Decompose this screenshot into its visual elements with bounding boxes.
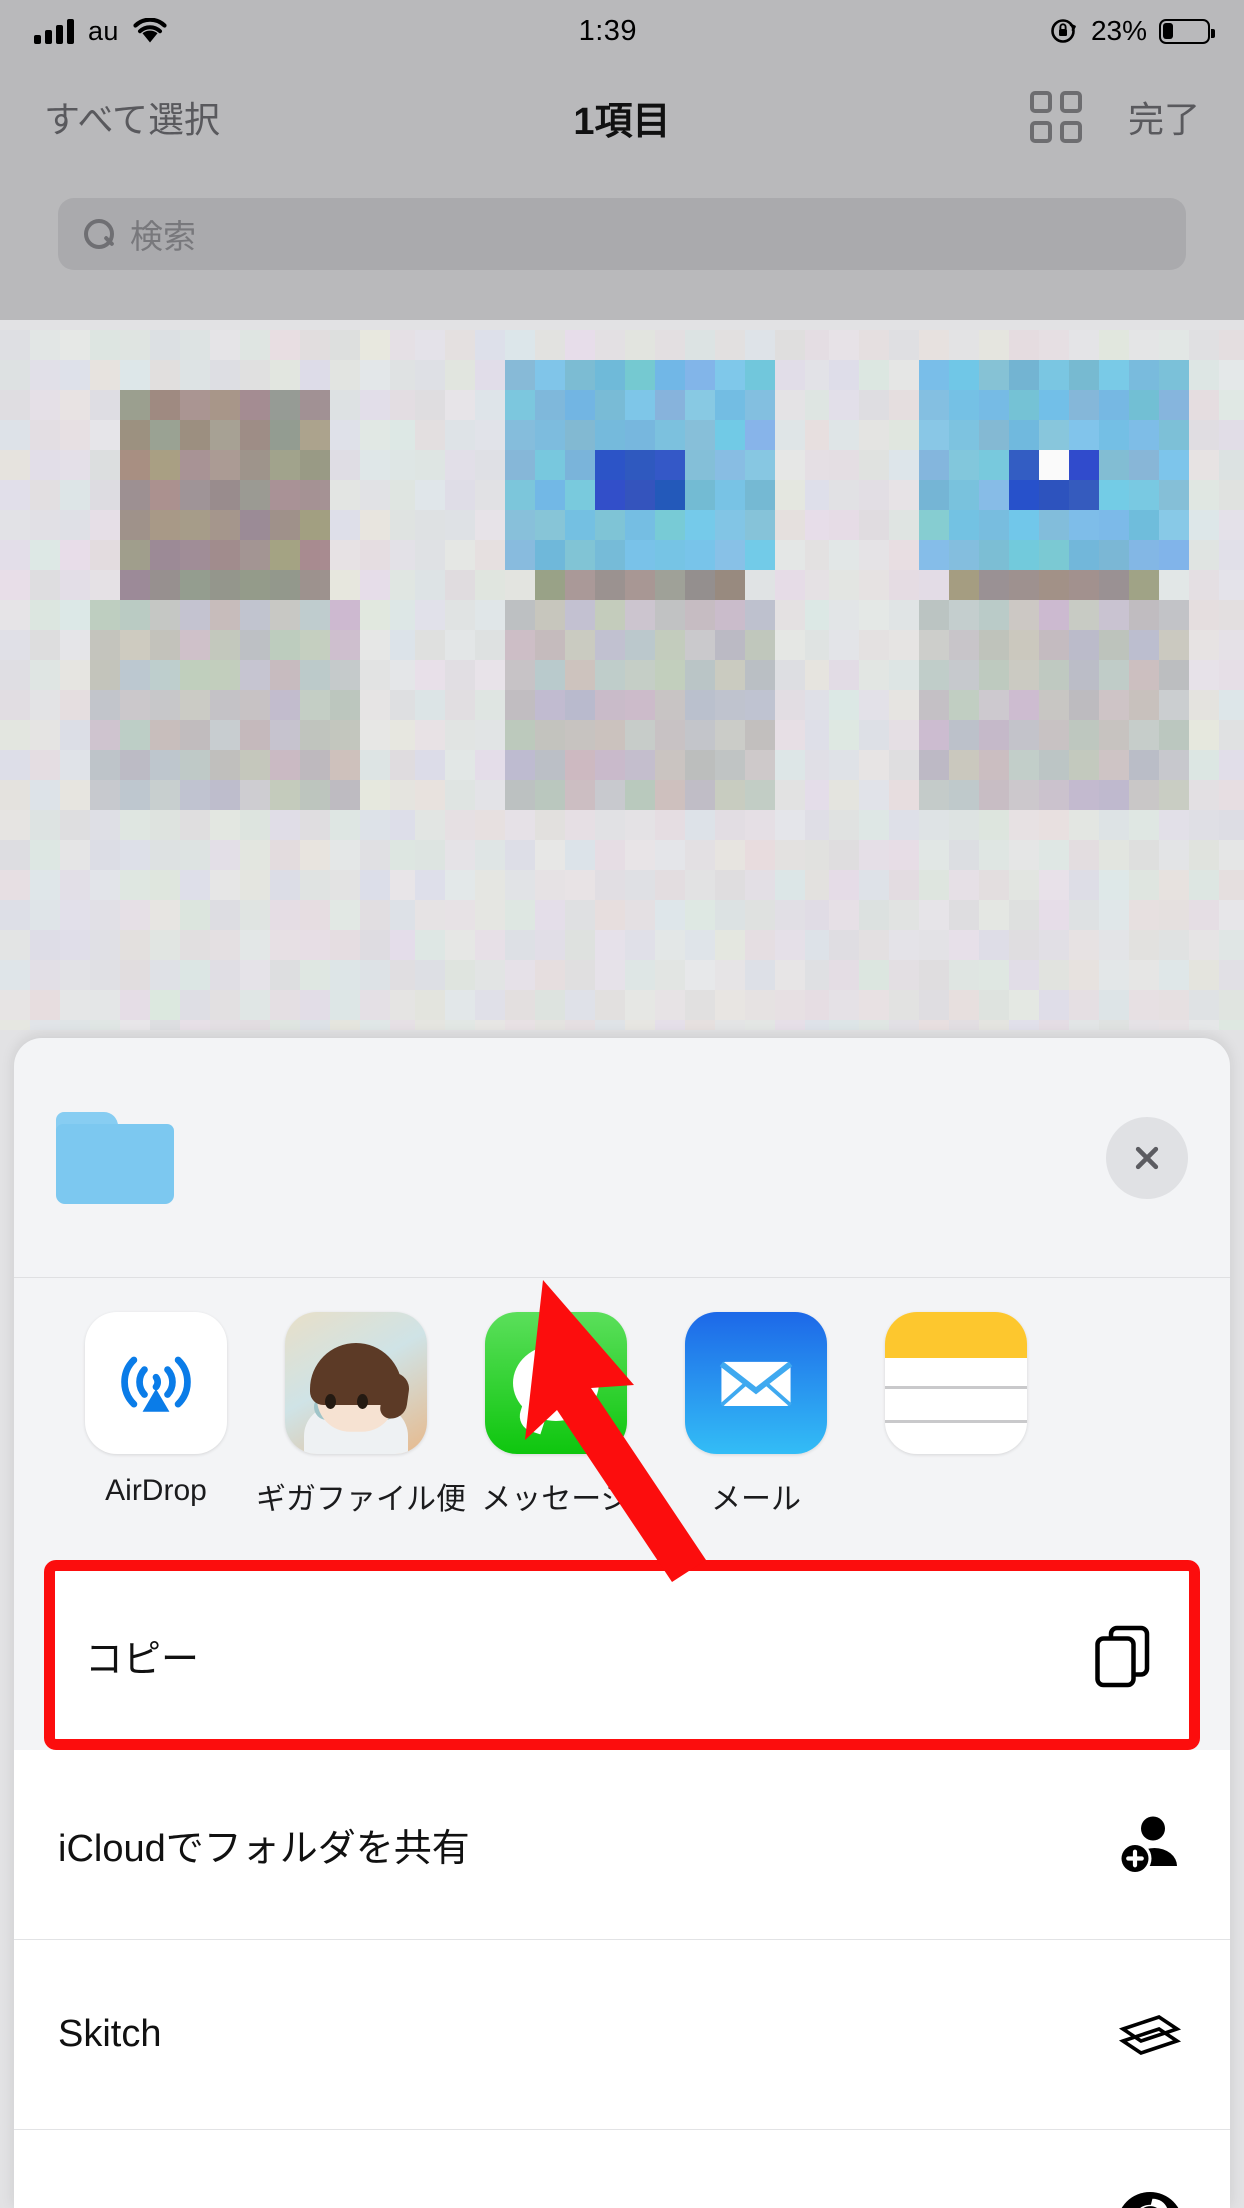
close-button[interactable]	[1106, 1117, 1188, 1199]
action-row-save-to-pinterest[interactable]: Pinterest に保存	[14, 2130, 1230, 2208]
copy-icon	[1087, 1619, 1159, 1691]
wifi-icon	[133, 18, 167, 44]
share-target-messages[interactable]: メッセージ	[456, 1312, 656, 1518]
shared-item-name-redacted	[204, 1083, 1086, 1233]
share-target-notes[interactable]	[856, 1312, 1056, 1474]
status-bar: au 1:39 23%	[0, 0, 1244, 62]
share-target-label: AirDrop	[56, 1474, 256, 1508]
share-target-gigafile[interactable]: ギガファイル便	[256, 1312, 456, 1518]
add-person-icon	[1114, 1809, 1186, 1881]
cellular-signal-icon	[34, 18, 74, 44]
share-action-list: iCloudでフォルダを共有 Skitch Pin	[14, 1750, 1230, 2208]
action-row-share-folder-icloud[interactable]: iCloudでフォルダを共有	[14, 1750, 1230, 1940]
share-target-label: メッセージ	[456, 1474, 656, 1518]
file-thumbnail[interactable]	[829, 330, 1244, 1030]
share-target-airdrop[interactable]: AirDrop	[56, 1312, 256, 1508]
file-thumbnail[interactable]	[415, 330, 830, 1030]
select-all-button[interactable]: すべて選択	[44, 91, 220, 143]
share-app-row: AirDrop ギガファイル便 メッセージ メール	[14, 1278, 1230, 1546]
search-placeholder: 検索	[130, 210, 196, 258]
search-input[interactable]: 検索	[58, 198, 1186, 270]
clock: 1:39	[579, 15, 637, 48]
gigafile-app-icon	[285, 1312, 427, 1454]
mail-app-icon	[685, 1312, 827, 1454]
battery-percent-label: 23%	[1091, 15, 1147, 47]
share-target-mail[interactable]: メール	[656, 1312, 856, 1518]
action-label: Pinterest に保存	[58, 2198, 1114, 2208]
battery-icon	[1159, 19, 1210, 44]
skitch-icon	[1114, 1999, 1186, 2071]
airdrop-icon	[85, 1312, 227, 1454]
share-target-label: ギガファイル便	[256, 1474, 456, 1518]
search-icon	[84, 219, 114, 249]
action-row-skitch[interactable]: Skitch	[14, 1940, 1230, 2130]
messages-app-icon	[485, 1312, 627, 1454]
share-sheet-header	[14, 1038, 1230, 1278]
carrier-label: au	[88, 16, 119, 47]
file-thumbnail-grid	[0, 330, 1244, 1030]
action-label: コピー	[85, 1628, 1087, 1683]
pinterest-icon	[1114, 2189, 1186, 2208]
folder-icon	[56, 1112, 174, 1204]
done-button[interactable]: 完了	[1128, 91, 1200, 143]
share-target-label: メール	[656, 1474, 856, 1518]
navigation-bar: すべて選択 1項目 完了	[0, 62, 1244, 172]
action-label: Skitch	[58, 2013, 1114, 2056]
rotation-lock-icon	[1049, 16, 1079, 46]
share-sheet: AirDrop ギガファイル便 メッセージ メール コピー iCloudでフォル…	[14, 1038, 1230, 2208]
notes-app-icon	[885, 1312, 1027, 1454]
file-thumbnail[interactable]	[0, 330, 415, 1030]
action-row-copy[interactable]: コピー	[55, 1571, 1189, 1739]
copy-action-highlight: コピー	[44, 1560, 1200, 1750]
action-label: iCloudでフォルダを共有	[58, 1817, 1114, 1872]
grid-view-icon[interactable]	[1030, 91, 1082, 143]
close-icon	[1128, 1139, 1166, 1177]
